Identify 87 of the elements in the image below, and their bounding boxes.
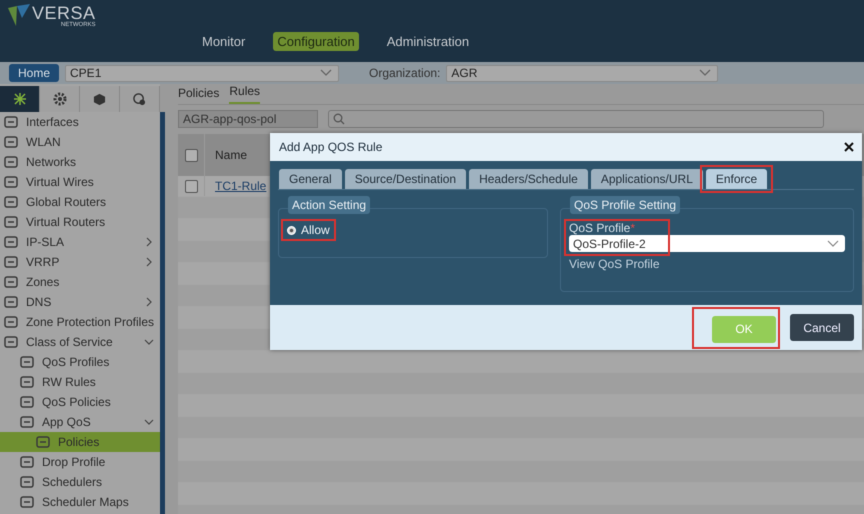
logo-name: VERSA [32,4,96,22]
menu-item-icon [20,396,34,408]
dialog-tab[interactable]: Applications/URL [590,169,703,189]
organization-select[interactable]: AGR [446,64,718,82]
menu-item-icon [20,456,34,468]
menu-item-icon [4,276,18,288]
home-button[interactable]: Home [9,64,60,82]
sidebar-item[interactable]: WLAN [0,132,160,152]
menu-item-icon [4,136,18,148]
logo-icon [8,4,30,28]
allow-radio[interactable]: Allow [287,223,330,237]
organization-label: Organization: [369,66,440,80]
sidebar-item[interactable]: IP-SLA [0,232,160,252]
dialog-tab[interactable]: Enforce [706,169,768,189]
menu-item-icon [4,116,18,128]
select-all-checkbox[interactable] [184,148,198,162]
sidebar-tab[interactable] [120,86,160,112]
menu-item-icon [20,416,34,428]
dialog-tab[interactable]: General [279,169,342,189]
menu-item-icon [4,336,18,348]
sidebar-tab[interactable] [0,86,40,112]
menu-item-icon [4,236,18,248]
chevron-icon [144,337,154,347]
menu-item-icon [36,436,50,448]
sidebar-item[interactable]: VRRP [0,252,160,272]
menu-item-icon [4,316,18,328]
menu-item-icon [20,356,34,368]
chevron-icon [144,417,154,427]
qos-profile-select[interactable]: QoS-Profile-2 [569,235,845,252]
sidebar-tab[interactable] [40,86,80,112]
chevron-icon [144,297,154,307]
radio-icon[interactable] [287,226,296,234]
globe-gear-icon [133,92,146,106]
sidebar-item[interactable]: Zone Protection Profiles [0,312,160,332]
search-field[interactable] [328,110,824,128]
nav-tab[interactable]: Configuration [273,32,359,51]
row-checkbox[interactable] [184,180,198,192]
chevron-down-icon [699,69,712,77]
dialog-tab[interactable]: Headers/Schedule [469,169,588,189]
dialog-tab[interactable]: Source/Destination [344,169,466,189]
sidebar-item[interactable]: Virtual Wires [0,172,160,192]
cancel-button[interactable]: Cancel [790,314,854,341]
dialog-title: Add App QOS Rule [279,140,382,154]
menu-item-icon [4,176,18,188]
field-label: QoS Profile* [569,221,636,235]
sidebar-item[interactable]: Interfaces [0,112,160,132]
chevron-down-icon [320,69,332,77]
policy-select[interactable]: AGR-app-qos-pol [178,110,318,128]
nav-tab[interactable]: Monitor [198,32,250,51]
sidebar-item[interactable]: Class of Service [0,332,160,352]
column-header: Name [214,148,248,162]
menu-item-icon [20,496,34,508]
section-title: QoS Profile Setting [570,196,680,214]
sidebar-item[interactable]: Scheduler Maps [0,492,160,512]
network-icon [12,92,26,106]
sidebar-item[interactable]: Virtual Routers [0,212,160,232]
menu-item-icon [4,296,18,308]
chevron-down-icon [827,240,839,248]
sidebar-item[interactable]: Networks [0,152,160,172]
view-profile-link[interactable]: View QoS Profile [569,257,845,271]
sidebar-item[interactable]: Zones [0,272,160,292]
menu-item-icon [20,476,34,488]
menu-item-icon [4,196,18,208]
menu-item-icon [20,376,34,388]
sidebar-item[interactable]: RW Rules [0,372,160,392]
sidebar-item[interactable]: App QoS [0,412,160,432]
sidebar-item[interactable]: Drop Profile [0,452,160,472]
cube-icon [93,92,106,106]
sidebar-tab[interactable] [80,86,120,112]
sidebar-item[interactable]: Schedulers [0,472,160,492]
search-icon [333,113,345,125]
settings-icon [52,92,66,106]
menu-item-icon [4,256,18,268]
content-tab[interactable]: Policies [178,86,220,104]
device-select[interactable]: CPE1 [65,64,340,82]
sidebar-item[interactable]: QoS Profiles [0,352,160,372]
sidebar-item[interactable]: DNS [0,292,160,312]
menu-item-icon [4,216,18,228]
menu-item-icon [4,156,18,168]
sidebar-item[interactable]: QoS Policies [0,392,160,412]
content-tab[interactable]: Rules [229,84,260,104]
close-icon[interactable] [844,142,854,152]
rule-link[interactable]: TC1-Rule [205,179,266,193]
sidebar-item[interactable]: Policies [0,432,160,452]
section-title: Action Setting [288,196,370,214]
nav-tab[interactable]: Administration [382,32,474,51]
sidebar-item[interactable]: Global Routers [0,192,160,212]
